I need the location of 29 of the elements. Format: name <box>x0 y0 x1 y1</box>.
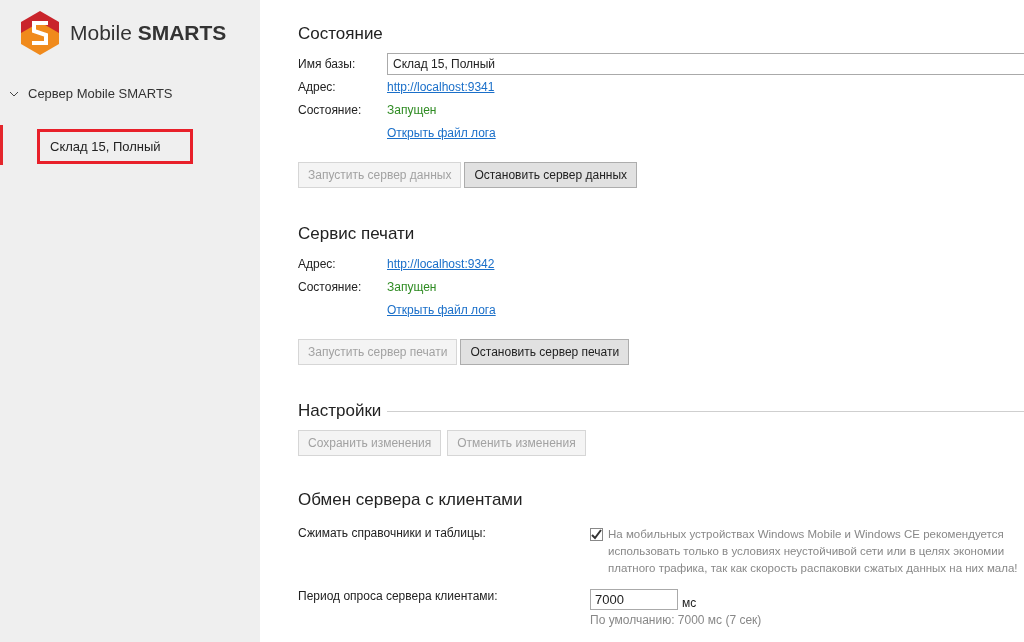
action-button[interactable]: Остановить сервер данных <box>464 162 638 188</box>
field-label: Состояние: <box>298 279 363 294</box>
logo-text: Mobile SMARTS <box>70 21 227 45</box>
input-field[interactable]: 7000 <box>590 589 678 610</box>
status-text: Запущен <box>387 102 437 117</box>
hint-text: По умолчанию: 7000 мс (7 сек) <box>590 613 762 627</box>
action-button[interactable]: Остановить сервер печати <box>460 339 630 365</box>
status-text: Запущен <box>387 279 437 294</box>
field-label: Сжимать справочники и таблицы: <box>298 526 487 542</box>
checkbox[interactable] <box>590 528 603 541</box>
link[interactable]: Открыть файл лога <box>387 302 496 317</box>
field-label: Адрес: <box>298 256 337 271</box>
field-label: Период опроса сервера клиентами: <box>298 589 499 605</box>
link[interactable]: http://localhost:9342 <box>387 256 495 271</box>
section-title: Обмен сервера с клиентами <box>298 490 524 510</box>
input-field[interactable]: Склад 15, Полный <box>387 52 1024 75</box>
section-title: Настройки <box>298 401 382 421</box>
hint-text: На мобильных устройствах Windows Mobile и Windows CE рекомендуется использовать только в условиях неустойчивой сети или в целях экономии платного трафика, так как скорость распаковки сжатых данных на них мала! <box>608 527 1019 576</box>
field-label: Адрес: <box>298 79 337 94</box>
tree-node[interactable]: Сервер Mobile SMARTS <box>9 86 189 101</box>
unit-label: мс <box>682 596 697 610</box>
section-title: Сервис печати <box>298 224 416 244</box>
logo-icon <box>20 11 60 55</box>
link[interactable]: Открыть файл лога <box>387 125 496 140</box>
tree-item[interactable]: Склад 15, Полный <box>37 129 193 164</box>
section-title: Состояние <box>298 24 384 44</box>
link[interactable]: http://localhost:9341 <box>387 79 495 94</box>
field-label: Имя базы: <box>298 56 357 71</box>
field-label: Состояние: <box>298 102 363 117</box>
